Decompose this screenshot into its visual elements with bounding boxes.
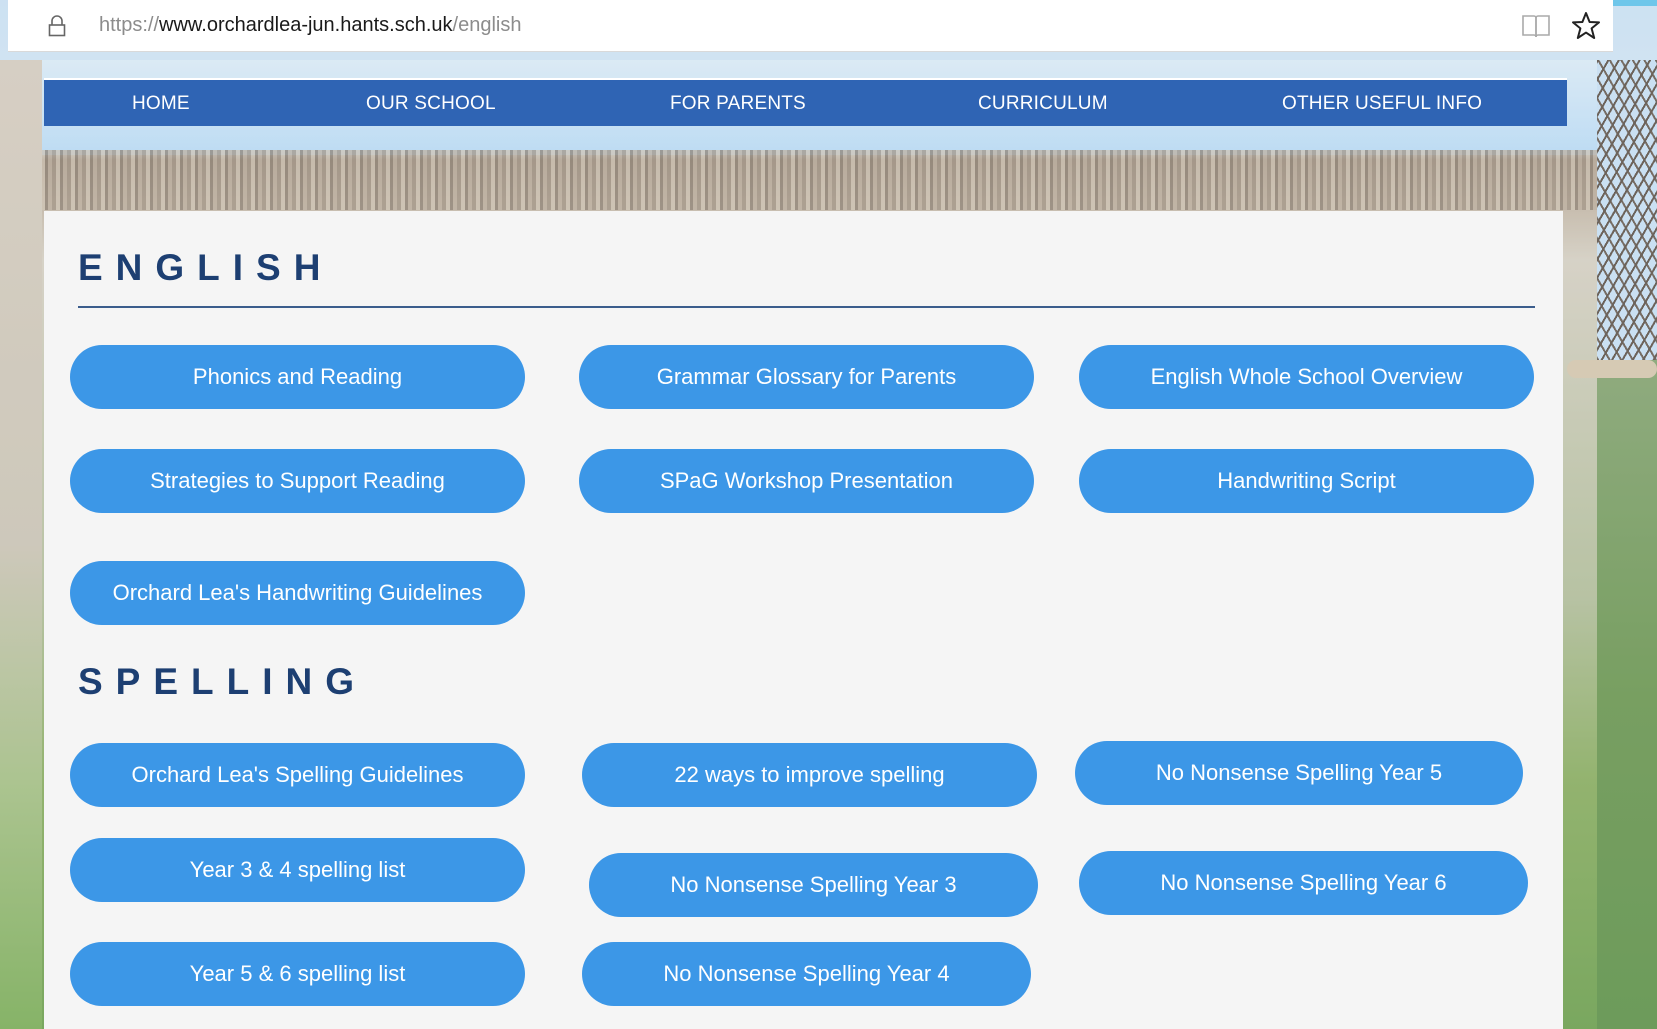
handwriting-guidelines-button[interactable]: Orchard Lea's Handwriting Guidelines: [70, 561, 525, 625]
url-text[interactable]: https://www.orchardlea-jun.hants.sch.uk/…: [99, 14, 521, 37]
url-path: /english: [452, 14, 522, 36]
improve-spelling-button[interactable]: 22 ways to improve spelling: [582, 743, 1037, 807]
nav-item-curriculum[interactable]: CURRICULUM: [978, 93, 1108, 115]
heading-divider: [78, 306, 1535, 308]
reader-view-icon[interactable]: [1520, 12, 1552, 40]
content-card: ENGLISH Phonics and Reading Grammar Glos…: [44, 211, 1563, 1029]
url-scheme: https://: [99, 14, 160, 36]
nav-item-other-useful-info[interactable]: OTHER USEFUL INFO: [1282, 93, 1482, 115]
spelling-list-y3-4-button[interactable]: Year 3 & 4 spelling list: [70, 838, 525, 902]
address-bar[interactable]: https://www.orchardlea-jun.hants.sch.uk/…: [8, 0, 1613, 52]
spelling-year5-button[interactable]: No Nonsense Spelling Year 5: [1075, 741, 1523, 805]
support-reading-button[interactable]: Strategies to Support Reading: [70, 449, 525, 513]
nav-item-our-school[interactable]: OUR SCHOOL: [366, 93, 496, 115]
phonics-and-reading-button[interactable]: Phonics and Reading: [70, 345, 525, 409]
spelling-list-y5-6-button[interactable]: Year 5 & 6 spelling list: [70, 942, 525, 1006]
spelling-year4-button[interactable]: No Nonsense Spelling Year 4: [582, 942, 1031, 1006]
english-overview-button[interactable]: English Whole School Overview: [1079, 345, 1534, 409]
main-nav: HOME OUR SCHOOL FOR PARENTS CURRICULUM O…: [44, 78, 1567, 126]
favorite-star-icon[interactable]: [1570, 10, 1602, 42]
spag-workshop-button[interactable]: SPaG Workshop Presentation: [579, 449, 1034, 513]
nav-item-for-parents[interactable]: FOR PARENTS: [670, 93, 806, 115]
grammar-glossary-button[interactable]: Grammar Glossary for Parents: [579, 345, 1034, 409]
nav-item-home[interactable]: HOME: [132, 93, 190, 115]
lock-icon: [48, 15, 66, 37]
spelling-year3-button[interactable]: No Nonsense Spelling Year 3: [589, 853, 1038, 917]
spelling-guidelines-button[interactable]: Orchard Lea's Spelling Guidelines: [70, 743, 525, 807]
url-host: www.orchardlea-jun.hants.sch.uk: [159, 14, 453, 36]
handwriting-script-button[interactable]: Handwriting Script: [1079, 449, 1534, 513]
spelling-year6-button[interactable]: No Nonsense Spelling Year 6: [1079, 851, 1528, 915]
english-heading: ENGLISH: [78, 247, 334, 288]
spelling-heading: SPELLING: [78, 661, 368, 702]
